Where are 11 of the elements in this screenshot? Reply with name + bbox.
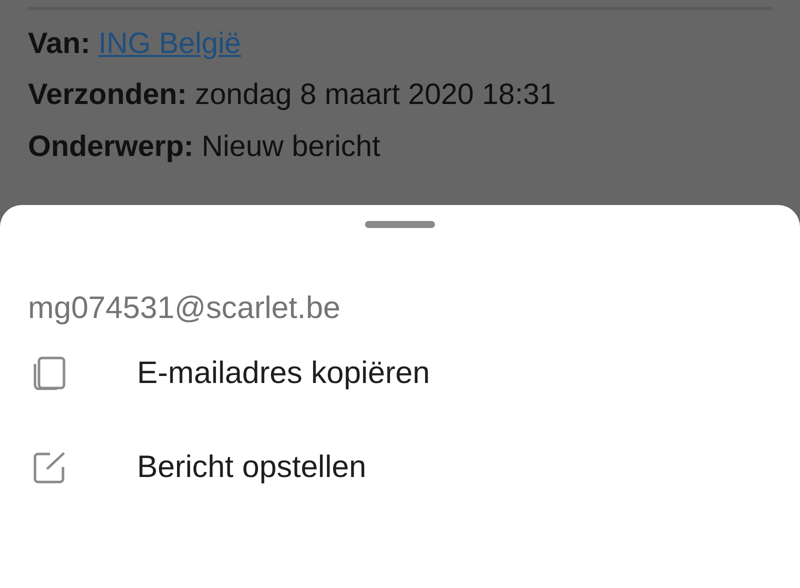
field-value: Nieuw bericht [202,130,380,164]
menu-item[interactable]: Bericht opstellen [137,449,366,485]
field-label: Verzonden: [28,78,187,112]
field-label: Van: [28,26,90,60]
drag-handle[interactable] [365,221,435,228]
field-label: Onderwerp: [28,130,194,164]
menu-item[interactable]: E-mailadres kopiëren [137,355,430,391]
email-address: mg074531@scarlet.be [28,290,342,326]
compose-icon [32,450,66,484]
field-value: zondag 8 maart 2020 18:31 [195,78,556,112]
copy-icon [32,356,66,390]
